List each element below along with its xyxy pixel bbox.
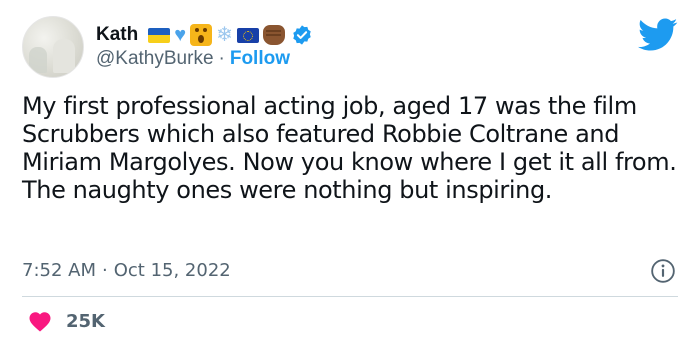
blue-heart-icon: ♥ (174, 24, 187, 46)
ukraine-flag-icon (148, 27, 171, 43)
avatar-figure (53, 39, 75, 73)
tweet-timestamp[interactable]: 7:52 AM · Oct 15, 2022 (22, 260, 231, 281)
tweet-date: Oct 15, 2022 (113, 260, 231, 281)
info-icon[interactable] (650, 258, 676, 284)
raised-fist-icon (262, 25, 285, 45)
divider (22, 296, 678, 297)
tweet-text: My first professional acting job, aged 1… (22, 92, 677, 204)
verified-badge-icon (293, 25, 311, 45)
face-screaming-icon (190, 24, 213, 46)
like-count: 25K (66, 310, 105, 332)
follow-button[interactable]: Follow (230, 48, 290, 70)
heart-icon[interactable] (28, 310, 52, 332)
author-display-name[interactable]: Kath (96, 24, 138, 46)
author-handle[interactable]: @KathyBurke (96, 48, 214, 70)
snowflake-icon: ❄ (216, 24, 233, 46)
avatar[interactable] (22, 16, 84, 78)
tweet-card: Kath ♥ ❄ @KathyBurke · Follow My first p… (0, 0, 700, 349)
avatar-figure (29, 47, 47, 73)
handle-separator: · (218, 48, 225, 69)
author-handle-row: @KathyBurke · Follow (96, 48, 290, 70)
name-emoji-group: ♥ ❄ (148, 24, 313, 46)
author-name-row: Kath ♥ ❄ (96, 20, 313, 50)
tweet-time: 7:52 AM (22, 260, 96, 281)
eu-flag-icon (236, 27, 259, 43)
twitter-bird-icon[interactable] (638, 18, 678, 52)
timestamp-separator: · (102, 260, 108, 281)
like-action[interactable]: 25K (28, 310, 105, 332)
